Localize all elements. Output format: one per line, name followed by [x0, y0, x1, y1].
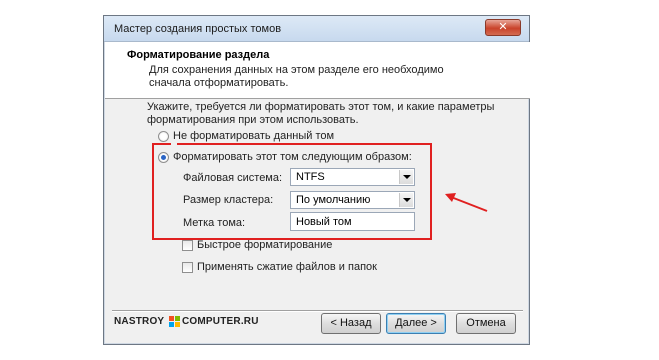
brand-name-part1: NASTROY — [114, 316, 165, 327]
no-format-label: Не форматировать данный том — [173, 130, 335, 142]
no-format-radio[interactable] — [158, 131, 169, 142]
cancel-button[interactable]: Отмена — [456, 313, 516, 334]
close-button[interactable]: ✕ — [485, 19, 521, 36]
instruction-text: Укажите, требуется ли форматировать этот… — [147, 101, 495, 126]
compression-checkbox[interactable] — [182, 262, 193, 273]
page-description: Для сохранения данных на этом разделе ег… — [149, 64, 444, 89]
compression-label: Применять сжатие файлов и папок — [197, 261, 377, 273]
next-button[interactable]: Далее > — [386, 313, 446, 334]
brand-name-part2: COMPUTER.RU — [182, 316, 259, 327]
wizard-header: Форматирование раздела Для сохранения да… — [105, 42, 530, 99]
annotation-arrow-icon — [445, 193, 488, 212]
quick-format-checkbox[interactable] — [182, 240, 193, 251]
title-bar[interactable]: Мастер создания простых томов ✕ — [104, 16, 529, 42]
quick-format-label: Быстрое форматирование — [197, 239, 333, 251]
page-title: Форматирование раздела — [127, 49, 270, 61]
highlight-frame — [152, 143, 432, 240]
highlight-frame-gap — [171, 141, 177, 146]
window-title: Мастер создания простых томов — [114, 23, 282, 35]
footer-divider — [112, 310, 523, 312]
windows-logo-icon — [169, 316, 180, 327]
back-button[interactable]: < Назад — [321, 313, 381, 334]
